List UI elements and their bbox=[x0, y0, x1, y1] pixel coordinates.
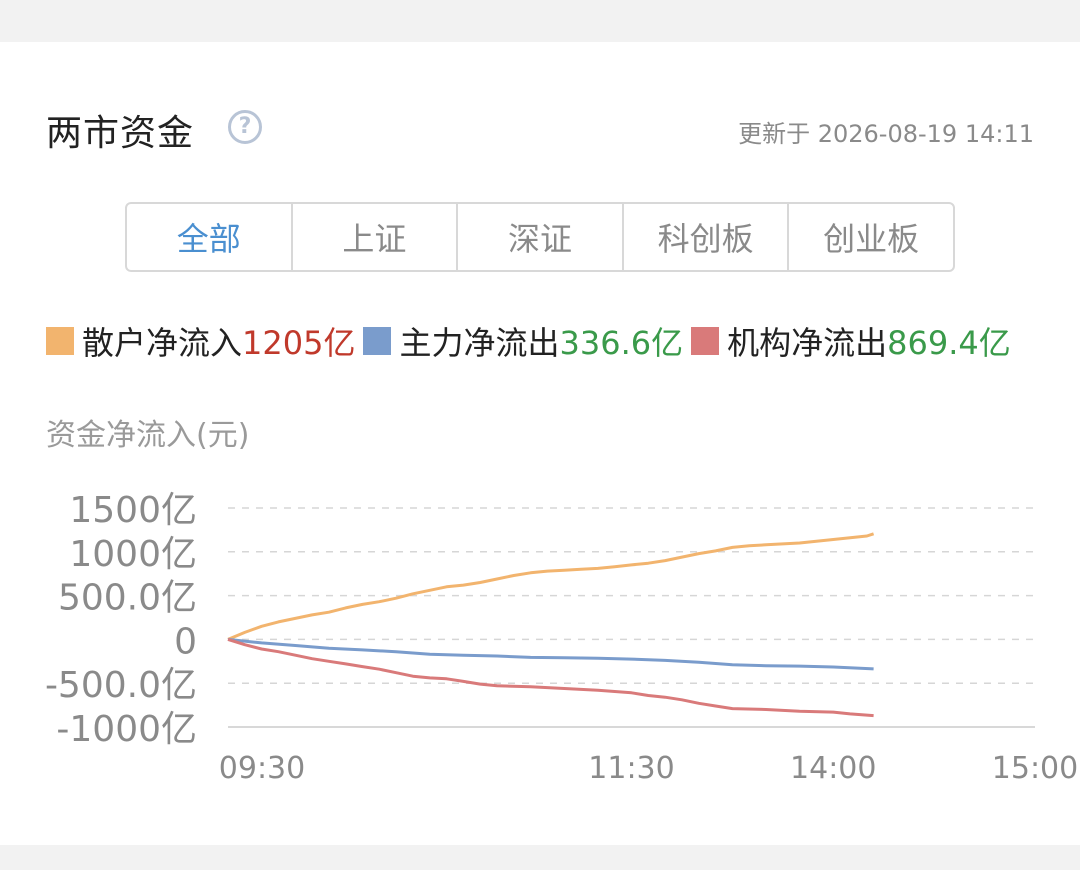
tab-shanghai[interactable]: 上证 bbox=[293, 204, 459, 270]
tab-chinext[interactable]: 创业板 bbox=[789, 204, 953, 270]
legend-value-institution: 869.4亿 bbox=[887, 324, 1011, 362]
y-tick-label: 1500亿 bbox=[69, 490, 197, 531]
legend-value-main: 336.6亿 bbox=[559, 324, 684, 362]
legend-swatch-institution bbox=[691, 327, 720, 355]
tab-all[interactable]: 全部 bbox=[127, 204, 293, 270]
x-tick-label: 15:00 bbox=[992, 751, 1078, 786]
y-tick-label: 500.0亿 bbox=[58, 578, 197, 619]
y-axis-label: 资金净流入(元) bbox=[46, 418, 250, 453]
legend-label-retail: 散户净流入 bbox=[82, 324, 243, 362]
legend-label-institution: 机构净流出 bbox=[727, 324, 888, 362]
page-title: 两市资金 bbox=[46, 113, 195, 154]
tab-shenzhen[interactable]: 深证 bbox=[458, 204, 624, 270]
y-tick-label: 0 bbox=[174, 621, 197, 662]
question-circle-icon[interactable]: ? bbox=[228, 110, 262, 144]
legend-item-institution: 机构净流出 869.4亿 bbox=[691, 318, 1011, 364]
legend-item-retail: 散户净流入 1205亿 bbox=[46, 318, 355, 364]
series-line-1 bbox=[227, 637, 874, 671]
y-tick-label: -1000亿 bbox=[56, 709, 197, 750]
x-tick-label: 11:30 bbox=[588, 751, 674, 786]
legend-label-main: 主力净流出 bbox=[399, 324, 560, 362]
legend-swatch-retail bbox=[46, 327, 74, 355]
line-chart: 1500亿1000亿500.0亿0-500.0亿-1000亿 09:30 11:30… bbox=[45, 490, 1078, 786]
x-tick-label: 09:30 bbox=[219, 751, 305, 786]
y-tick-label: -500.0亿 bbox=[45, 665, 197, 706]
x-tick-label: 14:00 bbox=[790, 751, 876, 786]
y-tick-label: 1000亿 bbox=[69, 534, 197, 575]
chart-legend: 散户净流入 1205亿 主力净流出 336.6亿 机构净流出 869.4亿 bbox=[46, 318, 1046, 364]
legend-item-main: 主力净流出 336.6亿 bbox=[363, 318, 683, 364]
series-line-2 bbox=[227, 637, 874, 718]
legend-swatch-main bbox=[363, 327, 392, 355]
market-tabs: 全部 上证 深证 科创板 创业板 bbox=[125, 202, 955, 272]
series-line-0 bbox=[227, 532, 875, 641]
update-timestamp: 更新于 2026-08-19 14:11 bbox=[738, 120, 1034, 148]
legend-value-retail: 1205亿 bbox=[242, 324, 356, 362]
tab-star-market[interactable]: 科创板 bbox=[624, 204, 790, 270]
